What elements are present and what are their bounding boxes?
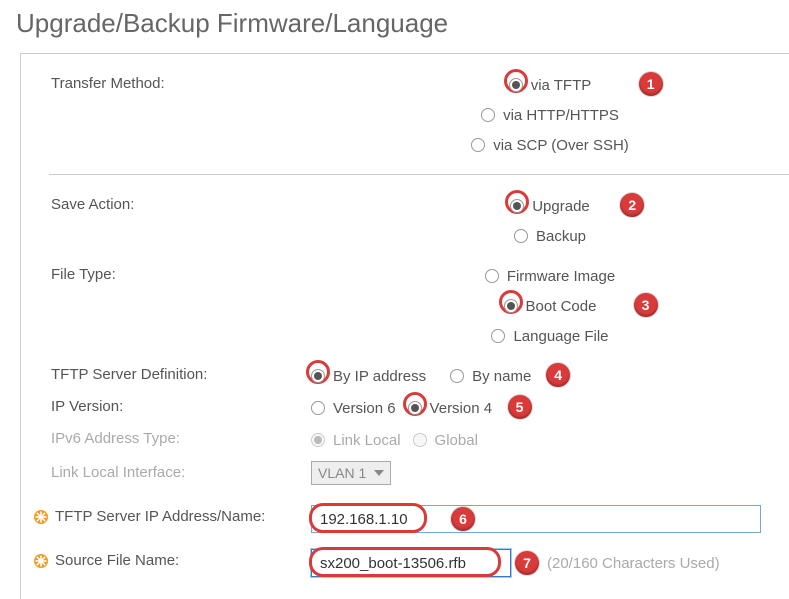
label-link-local-if: Link Local Interface: xyxy=(21,461,311,481)
radio-label-link-local: Link Local xyxy=(333,432,401,449)
label-server-definition: TFTP Server Definition: xyxy=(21,363,311,383)
step-badge-4: 4 xyxy=(546,363,570,387)
radio-boot-code[interactable] xyxy=(504,299,518,313)
select-value: VLAN 1 xyxy=(318,465,366,481)
step-badge-5: 5 xyxy=(508,395,532,419)
input-source-file[interactable]: sx200_boot-13506.rfb xyxy=(311,549,511,577)
step-badge-2: 2 xyxy=(620,193,644,217)
radio-label-by-name: By name xyxy=(472,368,531,385)
radio-label-via-scp: via SCP (Over SSH) xyxy=(493,137,629,154)
required-icon xyxy=(33,509,49,525)
radio-backup[interactable] xyxy=(514,229,528,243)
input-source-file-value: sx200_boot-13506.rfb xyxy=(320,555,466,572)
row-link-local-if: Link Local Interface: VLAN 1 xyxy=(21,461,789,485)
step-badge-7: 7 xyxy=(515,551,539,575)
step-badge-1: 1 xyxy=(639,72,663,96)
radio-label-firmware-image: Firmware Image xyxy=(507,268,615,285)
radio-firmware-image[interactable] xyxy=(485,269,499,283)
radio-by-name[interactable] xyxy=(450,369,464,383)
label-ip-version: IP Version: xyxy=(21,395,311,415)
radio-label-version-6: Version 6 xyxy=(333,400,396,417)
label-file-type: File Type: xyxy=(21,263,311,283)
row-server-address: TFTP Server IP Address/Name: 192.168.1.1… xyxy=(21,505,789,533)
label-transfer-method: Transfer Method: xyxy=(21,72,311,92)
radio-link-local xyxy=(311,433,325,447)
radio-via-scp[interactable] xyxy=(471,138,485,152)
radio-label-upgrade: Upgrade xyxy=(532,198,590,215)
label-save-action: Save Action: xyxy=(21,193,311,213)
radio-via-tftp[interactable] xyxy=(509,78,523,92)
step-badge-3: 3 xyxy=(634,293,658,317)
input-server-address-value: 192.168.1.10 xyxy=(320,511,408,528)
radio-label-boot-code: Boot Code xyxy=(526,298,597,315)
label-server-address: TFTP Server IP Address/Name: xyxy=(21,505,311,525)
row-transfer-method: Transfer Method: via TFTP 1 via HTTP/HTT… xyxy=(21,72,789,158)
step-badge-6: 6 xyxy=(451,507,475,531)
radio-language-file[interactable] xyxy=(491,329,505,343)
divider xyxy=(49,174,789,175)
radio-label-via-http: via HTTP/HTTPS xyxy=(503,107,619,124)
chevron-down-icon xyxy=(374,470,384,476)
radio-label-backup: Backup xyxy=(536,228,586,245)
row-ip-version: IP Version: Version 6 Version 4 5 xyxy=(21,395,789,421)
radio-via-http[interactable] xyxy=(481,108,495,122)
radio-version-6[interactable] xyxy=(311,401,325,415)
radio-label-by-ip: By IP address xyxy=(333,368,426,385)
row-save-action: Save Action: Upgrade 2 Backup xyxy=(21,193,789,249)
row-file-type: File Type: Firmware Image Boot Code 3 La… xyxy=(21,263,789,349)
row-ipv6-type: IPv6 Address Type: Link Local Global xyxy=(21,427,789,453)
label-ipv6-type: IPv6 Address Type: xyxy=(21,427,311,447)
radio-version-4[interactable] xyxy=(408,401,422,415)
radio-global xyxy=(413,433,427,447)
radio-label-via-tftp: via TFTP xyxy=(531,77,592,94)
radio-label-global: Global xyxy=(435,432,478,449)
form-panel: Transfer Method: via TFTP 1 via HTTP/HTT… xyxy=(20,53,789,599)
row-source-file: Source File Name: sx200_boot-13506.rfb 7… xyxy=(21,549,789,577)
select-link-local-interface: VLAN 1 xyxy=(311,461,391,485)
radio-by-ip[interactable] xyxy=(311,369,325,383)
label-source-file: Source File Name: xyxy=(21,549,311,569)
row-server-definition: TFTP Server Definition: By IP address By… xyxy=(21,363,789,389)
char-count-hint: (20/160 Characters Used) xyxy=(547,555,720,572)
radio-upgrade[interactable] xyxy=(510,199,524,213)
radio-label-version-4: Version 4 xyxy=(430,400,493,417)
required-icon xyxy=(33,553,49,569)
page-title: Upgrade/Backup Firmware/Language xyxy=(0,0,789,53)
radio-label-language-file: Language File xyxy=(513,328,608,345)
input-server-address[interactable]: 192.168.1.10 xyxy=(311,505,761,533)
